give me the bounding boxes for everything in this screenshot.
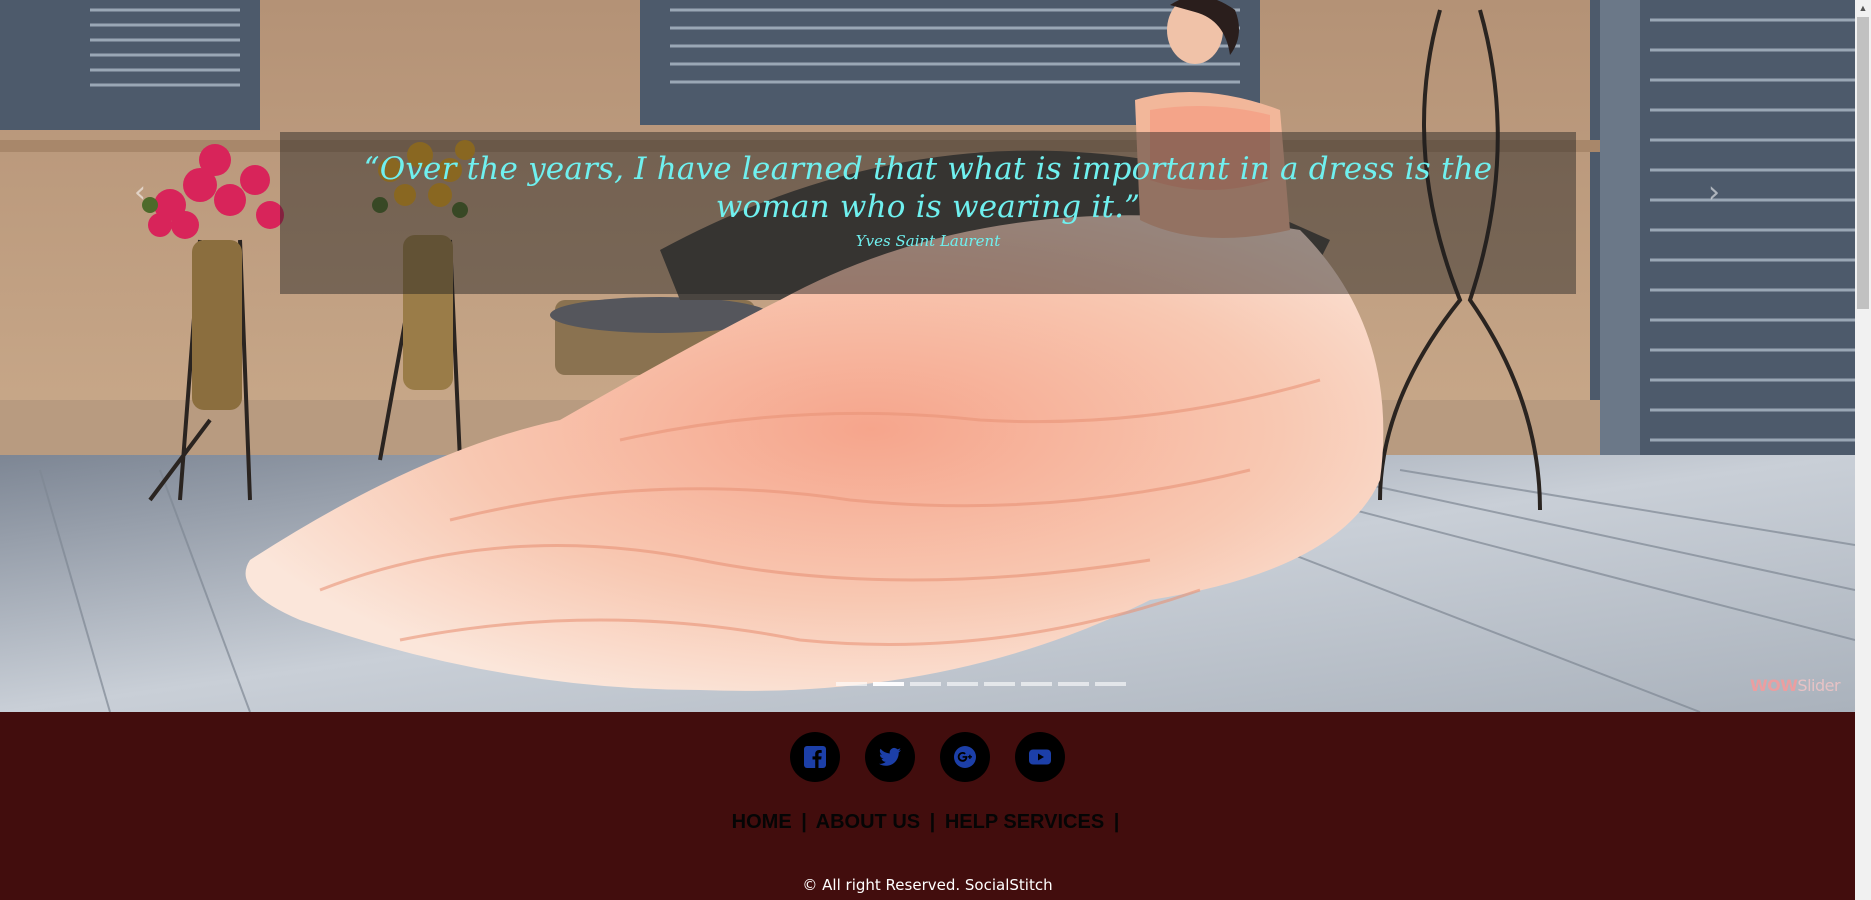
wedding-dress-photo: [0, 0, 1855, 712]
image-slider[interactable]: “Over the years, I have learned that wha…: [0, 0, 1855, 712]
youtube-link[interactable]: [1015, 732, 1065, 782]
scrollbar-thumb[interactable]: [1857, 17, 1869, 309]
nav-home-link[interactable]: HOME: [732, 811, 792, 833]
slider-bullet[interactable]: [873, 682, 904, 686]
footer-nav: HOME | ABOUT US | HELP SERVICES |: [0, 811, 1855, 834]
nav-separator: |: [1113, 811, 1120, 833]
twitter-icon: [879, 747, 901, 766]
social-links: [790, 732, 1065, 782]
wowslider-logo-part1: WOW: [1750, 676, 1798, 695]
slider-bullet[interactable]: [836, 682, 867, 686]
nav-help-services-link[interactable]: HELP SERVICES: [945, 811, 1104, 833]
quote-caption: “Over the years, I have learned that wha…: [280, 132, 1576, 294]
chevron-right-icon[interactable]: ›: [1699, 178, 1729, 208]
facebook-icon: [804, 746, 826, 768]
scroll-up-arrow-icon[interactable]: ▲: [1855, 0, 1871, 16]
chevron-left-icon[interactable]: ‹: [125, 178, 155, 208]
google-plus-link[interactable]: [940, 732, 990, 782]
facebook-link[interactable]: [790, 732, 840, 782]
quote-author: Yves Saint Laurent: [855, 232, 1001, 250]
slider-bullet[interactable]: [947, 682, 978, 686]
quote-text: “Over the years, I have learned that wha…: [363, 151, 1493, 225]
slider-bullets: [836, 682, 1126, 686]
wowslider-logo[interactable]: WOWSlider: [1750, 676, 1841, 695]
footer: HOME | ABOUT US | HELP SERVICES | © All …: [0, 712, 1855, 900]
slider-bullet[interactable]: [1058, 682, 1089, 686]
copyright-text: © All right Reserved. SocialStitch: [802, 876, 1053, 894]
nav-separator: |: [929, 811, 936, 833]
google-plus-icon: [954, 746, 976, 768]
nav-separator: |: [801, 811, 807, 833]
twitter-link[interactable]: [865, 732, 915, 782]
slider-bullet[interactable]: [1095, 682, 1126, 686]
youtube-icon: [1029, 749, 1051, 765]
wowslider-logo-part2: Slider: [1797, 676, 1841, 695]
slider-bullet[interactable]: [984, 682, 1015, 686]
page-scrollbar[interactable]: ▲: [1855, 0, 1871, 900]
nav-about-us-link[interactable]: ABOUT US: [816, 811, 920, 833]
slider-bullet[interactable]: [910, 682, 941, 686]
slider-bullet[interactable]: [1021, 682, 1052, 686]
